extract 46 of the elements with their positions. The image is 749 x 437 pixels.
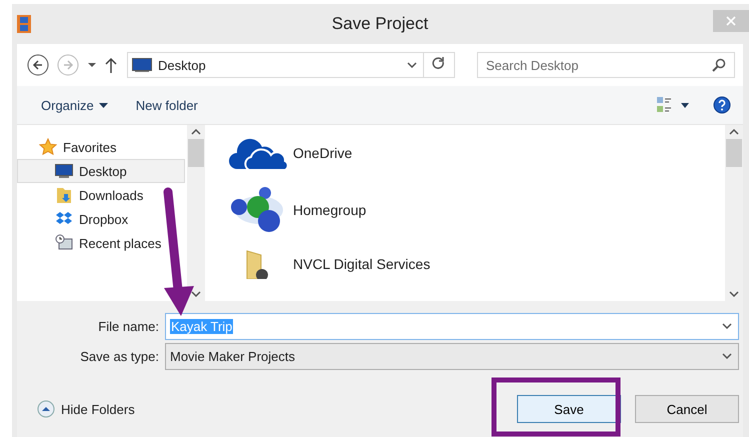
caret-icon[interactable]	[87, 62, 97, 68]
folder-download-icon	[55, 186, 73, 204]
hide-folders-button[interactable]: Hide Folders	[31, 399, 141, 419]
search-icon	[712, 58, 726, 72]
save-as-type-dropdown[interactable]: Movie Maker Projects	[165, 342, 739, 370]
close-icon	[726, 16, 736, 26]
view-options-icon[interactable]	[657, 97, 689, 113]
file-name-label: File name:	[97, 318, 159, 334]
film-icon	[17, 15, 31, 33]
new-folder-button[interactable]: New folder	[134, 96, 200, 114]
chevron-down-icon[interactable]	[722, 353, 732, 359]
help-icon[interactable]	[713, 96, 731, 114]
nav-item[interactable]: Downloads	[17, 183, 185, 207]
nav-item[interactable]: Desktop	[17, 159, 185, 183]
file-item[interactable]: Homegroup	[293, 202, 366, 218]
save-as-type-label: Save as type:	[79, 348, 159, 364]
scrollbar[interactable]	[725, 125, 743, 301]
recent-places-icon	[55, 234, 73, 252]
dialog-button[interactable]: Save	[517, 395, 621, 423]
monitor-icon	[55, 164, 73, 178]
scroll-up-icon[interactable]	[729, 129, 739, 135]
monitor-icon	[132, 58, 152, 72]
search-field[interactable]: Search Desktop	[477, 52, 735, 78]
favorites-header: Favorites	[63, 140, 116, 154]
organize-menu[interactable]: Organize	[39, 96, 110, 114]
file-item[interactable]: NVCL Digital Services	[293, 256, 430, 272]
chevron-down-icon[interactable]	[722, 323, 732, 329]
window-title: Save Project	[330, 14, 430, 34]
nav-item[interactable]: Recent places	[17, 231, 185, 255]
up-arrow-icon[interactable]	[105, 57, 117, 73]
nav-item[interactable]: Dropbox	[17, 207, 185, 231]
collapse-icon	[37, 400, 55, 418]
scrollbar-thumb[interactable]	[188, 139, 204, 167]
scrollbar-thumb[interactable]	[726, 139, 742, 167]
dropbox-icon	[55, 211, 73, 227]
chevron-down-icon[interactable]	[407, 62, 417, 68]
caret-icon	[98, 102, 108, 108]
scroll-up-icon[interactable]	[191, 129, 201, 135]
dialog-button[interactable]: Cancel	[635, 395, 739, 423]
back-icon[interactable]	[27, 54, 49, 76]
scroll-down-icon[interactable]	[729, 291, 739, 297]
star-icon	[39, 138, 57, 156]
scroll-down-icon[interactable]	[191, 291, 201, 297]
address-bar[interactable]: Desktop	[127, 52, 455, 78]
scrollbar[interactable]	[187, 125, 205, 301]
file-item[interactable]: OneDrive	[293, 145, 352, 161]
